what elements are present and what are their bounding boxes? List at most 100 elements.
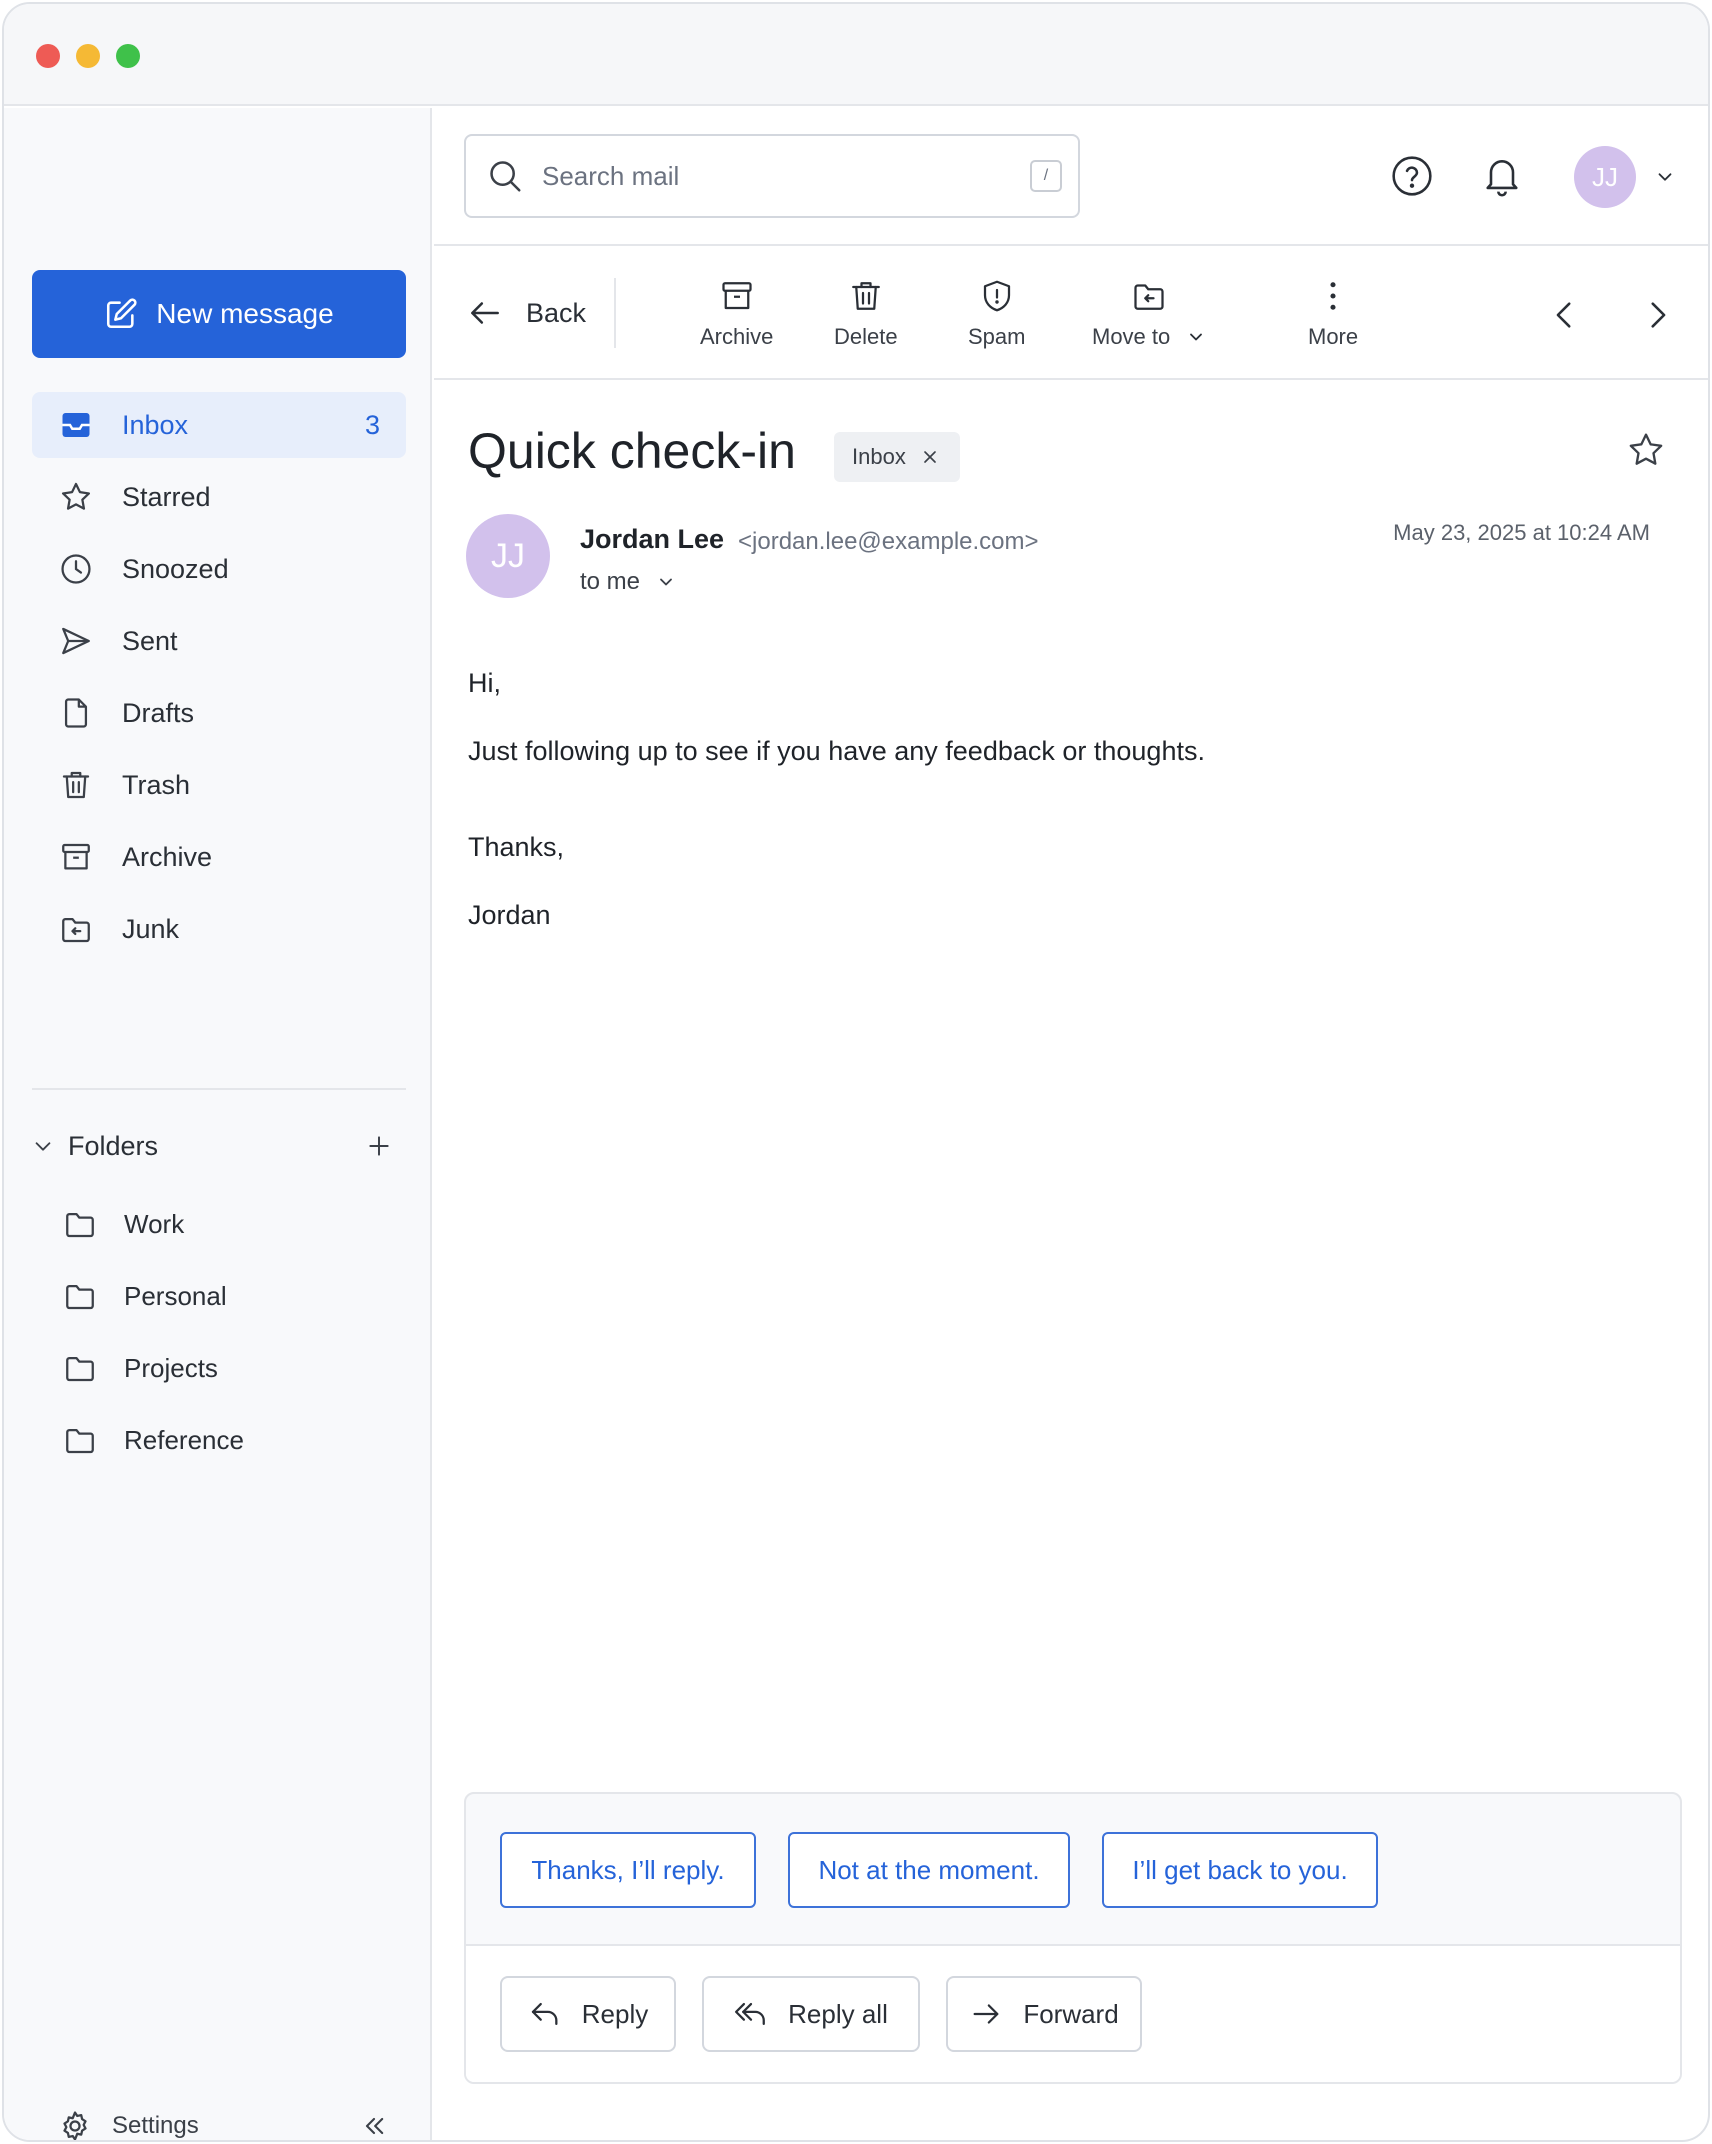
recipient-details[interactable]: to me — [580, 568, 676, 596]
sidebar-item-trash[interactable]: Trash — [32, 752, 406, 818]
folders-label: Folders — [68, 1130, 159, 1161]
archive-icon — [58, 839, 94, 875]
sender-name: Jordan Lee — [580, 524, 725, 554]
close-icon[interactable] — [920, 447, 940, 467]
more-vertical-icon — [1330, 282, 1336, 310]
archive-label: Archive — [700, 324, 774, 349]
sidebar-item-label: Snoozed — [122, 553, 229, 584]
smart-reply-2[interactable]: Not at the moment. — [788, 1832, 1070, 1908]
reply-all-icon — [735, 2002, 766, 2026]
sidebar-item-label: Drafts — [122, 697, 195, 728]
back-label: Back — [526, 297, 587, 328]
new-message-label: New message — [156, 298, 334, 329]
recipient-label: to me — [580, 568, 641, 595]
reply-actions: Reply Reply all Forward — [466, 1946, 1680, 2082]
body-line: Just following up to see if you have any… — [468, 736, 1205, 766]
search-bar[interactable]: / — [464, 134, 1080, 218]
trash-icon — [851, 282, 880, 310]
more-label: More — [1308, 324, 1359, 349]
gear-icon — [63, 2111, 87, 2140]
search-icon — [490, 161, 521, 192]
sidebar-divider — [32, 1088, 406, 1090]
junk-folder-icon — [58, 911, 94, 947]
forward-label: Forward — [1023, 1998, 1119, 2029]
spam-button[interactable]: Spam — [968, 278, 1025, 358]
move-to-button[interactable]: Move to — [1092, 278, 1206, 358]
user-avatar[interactable]: JJ — [1574, 146, 1636, 208]
bell-icon[interactable] — [1480, 154, 1524, 198]
new-message-button[interactable]: New message — [32, 270, 406, 358]
inbox-icon — [58, 407, 94, 443]
sidebar: New message Inbox 3 Starred Snoozed Sent… — [4, 108, 432, 2140]
sidebar-item-label: Trash — [122, 769, 191, 800]
folders-header[interactable]: Folders — [32, 1122, 406, 1170]
star-icon[interactable] — [1626, 430, 1666, 470]
forward-button[interactable]: Forward — [946, 1976, 1142, 2052]
close-window-button[interactable] — [36, 44, 60, 68]
minimize-window-button[interactable] — [76, 44, 100, 68]
sidebar-item-archive[interactable]: Archive — [32, 824, 406, 890]
archive-icon — [722, 282, 752, 310]
search-input[interactable] — [542, 160, 1002, 192]
help-icon[interactable] — [1390, 154, 1434, 198]
message-view: / JJ Back Archive Delete Spam — [434, 108, 1708, 2140]
body-signature: Jordan — [468, 900, 551, 930]
folder-icon — [62, 1350, 98, 1386]
move-to-label: Move to — [1092, 324, 1171, 349]
next-message-icon[interactable] — [1640, 298, 1674, 332]
clock-icon — [58, 551, 94, 587]
folder-label: Reference — [124, 1424, 244, 1455]
sidebar-item-snoozed[interactable]: Snoozed — [32, 536, 406, 602]
sidebar-item-junk[interactable]: Junk — [32, 896, 406, 962]
sidebar-item-inbox[interactable]: Inbox 3 — [32, 392, 406, 458]
sidebar-item-label: Starred — [122, 481, 211, 512]
sidebar-item-sent[interactable]: Sent — [32, 608, 406, 674]
reply-all-button[interactable]: Reply all — [702, 1976, 920, 2052]
chevron-down-icon[interactable] — [1654, 166, 1676, 188]
folder-icon — [62, 1422, 98, 1458]
folder-label: Work — [124, 1208, 185, 1239]
star-icon — [58, 479, 94, 515]
delete-label: Delete — [834, 324, 898, 349]
smart-reply-3[interactable]: I’ll get back to you. — [1102, 1832, 1378, 1908]
delete-button[interactable]: Delete — [834, 278, 898, 358]
smart-reply-1[interactable]: Thanks, I’ll reply. — [500, 1832, 756, 1908]
smart-replies: Thanks, I’ll reply. Not at the moment. I… — [466, 1794, 1680, 1946]
send-icon — [58, 623, 94, 659]
mail-window: New message Inbox 3 Starred Snoozed Sent… — [2, 2, 1710, 2142]
reply-all-label: Reply all — [788, 1998, 888, 2029]
search-shortcut-hint: / — [1030, 160, 1062, 192]
move-folder-icon — [1134, 284, 1164, 310]
more-button[interactable]: More — [1308, 278, 1358, 358]
folder-item-reference[interactable]: Reference — [32, 1404, 406, 1476]
title-bar — [4, 4, 1708, 106]
shield-alert-icon — [983, 280, 1010, 312]
chevron-down-icon — [35, 1142, 51, 1151]
sidebar-item-starred[interactable]: Starred — [32, 464, 406, 530]
message-date: May 23, 2025 at 10:24 AM — [1393, 520, 1650, 545]
file-icon — [58, 695, 94, 731]
reply-label: Reply — [581, 1998, 649, 2029]
settings-link[interactable]: Settings — [58, 2104, 388, 2140]
collapse-sidebar-icon[interactable] — [360, 2112, 388, 2140]
message-toolbar: Back Archive Delete Spam Move to More — [434, 246, 1708, 380]
unread-count-badge: 3 — [364, 409, 380, 440]
folder-item-personal[interactable]: Personal — [32, 1260, 406, 1332]
zoom-window-button[interactable] — [116, 44, 140, 68]
sidebar-item-drafts[interactable]: Drafts — [32, 680, 406, 746]
sender-email: <jordan.lee@example.com> — [738, 528, 1039, 555]
chevron-down-icon — [1190, 333, 1203, 341]
mailbox-nav: Inbox 3 Starred Snoozed Sent Drafts Tras… — [32, 392, 406, 968]
reply-button[interactable]: Reply — [500, 1976, 676, 2052]
spam-label: Spam — [968, 324, 1026, 349]
folder-item-projects[interactable]: Projects — [32, 1332, 406, 1404]
previous-message-icon[interactable] — [1548, 298, 1582, 332]
archive-button[interactable]: Archive — [700, 278, 773, 358]
folder-item-work[interactable]: Work — [32, 1188, 406, 1260]
trash-icon — [58, 767, 94, 803]
back-button[interactable]: Back — [466, 288, 586, 338]
toolbar-separator — [614, 278, 616, 348]
message-subject: Quick check-in — [468, 423, 796, 479]
add-folder-icon[interactable] — [366, 1133, 392, 1159]
reply-icon — [531, 2002, 558, 2026]
